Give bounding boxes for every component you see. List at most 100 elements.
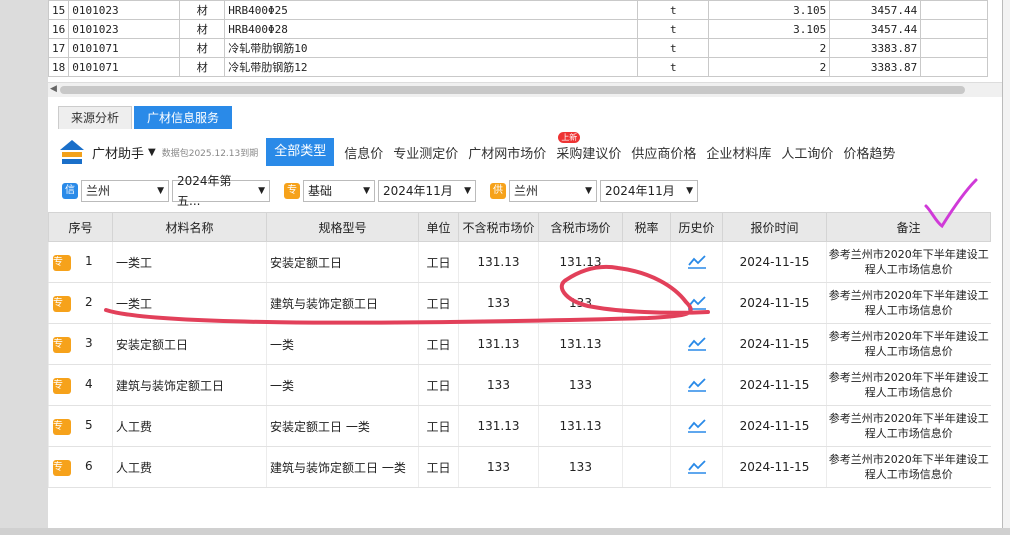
scroll-left-icon[interactable]: ◀ [50,84,57,94]
table-row[interactable]: 专 2 一类工 建筑与装饰定额工日 工日 133 133 2024-11-15 参考兰州市202… [48,282,991,324]
history-chart-cell[interactable] [670,241,723,283]
resource-grid: 15 0101023 材 HRB400Φ25 t 3.105 3457.44 1… [48,0,1002,82]
resource-type: 材 [179,19,226,39]
header-material-name[interactable]: 材料名称 [112,212,267,242]
category-all-types[interactable]: 全部类型 [266,138,335,166]
resource-row[interactable]: 18 0101071 材 冷轧带肋钢筋12 t 2 3383.87 [48,57,989,77]
table-row[interactable]: 专 3 安装定额工日 一类 工日 131.13 131.13 2024-11-15 参考兰州市2… [48,323,991,365]
quote-time-cell: 2024-11-15 [722,446,827,488]
quote-time-cell: 2024-11-15 [722,241,827,283]
header-spec[interactable]: 规格型号 [266,212,419,242]
brand-name[interactable]: 广材助手 [92,143,144,162]
resource-price: 3457.44 [829,19,922,39]
header-tax-rate[interactable]: 税率 [622,212,671,242]
spec-cell: 一类 [266,323,419,365]
resource-unit: t [637,57,710,77]
table-row[interactable]: 专 6 人工费 建筑与装饰定额工日 一类 工日 133 133 2024-11-15 参考兰州市… [48,446,991,488]
period-select[interactable]: 2024年第五... ▼ [172,174,270,208]
category-purchase-advice[interactable]: 上新 采购建议价 [556,131,622,162]
spec-cell: 一类 [266,364,419,406]
index-cell: 专1 [48,241,113,283]
brand-dropdown-icon[interactable]: ▼ [148,147,156,158]
resource-row[interactable]: 15 0101023 材 HRB400Φ25 t 3.105 3457.44 [48,0,989,20]
category-labor-inquiry[interactable]: 人工询价 [781,143,833,162]
price-excl-tax-cell: 133 [458,282,539,324]
month-select-2[interactable]: 2024年11月 ▼ [600,180,698,202]
panel-tabs: 来源分析 广材信息服务 [58,106,234,129]
info-filter-icon: 信 [62,183,78,199]
resource-unit: t [637,19,710,39]
resource-spec: HRB400Φ25 [224,0,639,20]
table-row[interactable]: 专 1 一类工 安装定额工日 工日 131.13 131.13 2024-11-15 参考兰州市… [48,241,991,283]
header-price-incl-tax[interactable]: 含税市场价 [538,212,623,242]
resource-row[interactable]: 17 0101071 材 冷轧带肋钢筋10 t 2 3383.87 [48,38,989,58]
status-strip [0,528,1010,535]
history-chart-cell[interactable] [670,446,723,488]
quote-time-cell: 2024-11-15 [722,405,827,447]
unit-cell: 工日 [418,364,459,406]
header-remark[interactable]: 备注 [826,212,991,242]
city-select-1[interactable]: 兰州 ▼ [81,180,169,202]
header-quote-time[interactable]: 报价时间 [722,212,827,242]
resource-type: 材 [179,38,226,58]
professional-badge-icon: 专 [53,254,71,271]
header-index[interactable]: 序号 [48,212,113,242]
remark-cell: 参考兰州市2020年下半年建设工程人工市场信息价 [826,241,991,283]
resource-row[interactable]: 16 0101023 材 HRB400Φ28 t 3.105 3457.44 [48,19,989,39]
filter-bar: 信 兰州 ▼ 2024年第五... ▼ 专 基础 ▼ 2024年11月 ▼ 供 兰州 ▼ … [48,174,1002,208]
remark-cell: 参考兰州市2020年下半年建设工程人工市场信息价 [826,323,991,365]
trend-chart-icon[interactable] [687,253,707,269]
category-purchase-advice-label: 采购建议价 [556,146,622,162]
category-enterprise-library[interactable]: 企业材料库 [706,143,771,162]
spec-cell: 建筑与装饰定额工日 一类 [266,446,419,488]
row-number: 18 [48,57,70,77]
trend-chart-icon[interactable] [687,376,707,392]
chevron-down-icon: ▼ [464,186,471,196]
category-price-trend[interactable]: 价格趋势 [843,143,895,162]
table-row[interactable]: 专 5 人工费 安装定额工日 一类 工日 131.13 131.13 2024-11-15 参考… [48,405,991,447]
city-select-2[interactable]: 兰州 ▼ [509,180,597,202]
trend-chart-icon[interactable] [687,458,707,474]
history-chart-cell[interactable] [670,405,723,447]
chevron-down-icon: ▼ [258,186,265,196]
type-select[interactable]: 基础 ▼ [303,180,375,202]
history-chart-cell[interactable] [670,282,723,324]
resource-unit: t [637,0,710,20]
trend-chart-icon[interactable] [687,335,707,351]
material-name-cell: 安装定额工日 [112,323,267,365]
left-background-strip [0,0,48,535]
remark-cell: 参考兰州市2020年下半年建设工程人工市场信息价 [826,446,991,488]
header-unit[interactable]: 单位 [418,212,459,242]
category-professional-price[interactable]: 专业测定价 [393,143,458,162]
category-info-price[interactable]: 信息价 [344,143,383,162]
price-excl-tax-cell: 131.13 [458,405,539,447]
price-incl-tax-cell: 133 [538,446,623,488]
index-cell: 专2 [48,282,113,324]
row-index: 3 [85,335,93,350]
horizontal-scrollbar[interactable]: ◀ [48,82,1002,97]
history-chart-cell[interactable] [670,364,723,406]
supplier-filter-icon: 供 [490,183,506,199]
resource-code: 0101071 [68,57,181,77]
scrollbar-thumb[interactable] [60,86,965,94]
month-select-1[interactable]: 2024年11月 ▼ [378,180,476,202]
header-history-price[interactable]: 历史价 [670,212,723,242]
trend-chart-icon[interactable] [687,294,707,310]
resource-type: 材 [179,57,226,77]
tax-rate-cell [622,446,671,488]
resource-spec: 冷轧带肋钢筋10 [224,38,639,58]
tab-source-analysis[interactable]: 来源分析 [58,106,133,129]
row-number: 15 [48,0,70,20]
trend-chart-icon[interactable] [687,417,707,433]
history-chart-cell[interactable] [670,323,723,365]
resource-price: 3383.87 [829,38,922,58]
resource-price: 3457.44 [829,0,922,20]
tab-guangcai-info-service[interactable]: 广材信息服务 [134,106,233,129]
category-supplier-price[interactable]: 供应商价格 [631,143,696,162]
index-cell: 专6 [48,446,113,488]
category-market-price[interactable]: 广材网市场价 [468,143,546,162]
resource-qty: 2 [708,57,831,77]
header-price-excl-tax[interactable]: 不含税市场价 [458,212,539,242]
professional-badge-icon: 专 [53,295,71,312]
table-row[interactable]: 专 4 建筑与装饰定额工日 一类 工日 133 133 2024-11-15 参考兰州市2020… [48,364,991,406]
